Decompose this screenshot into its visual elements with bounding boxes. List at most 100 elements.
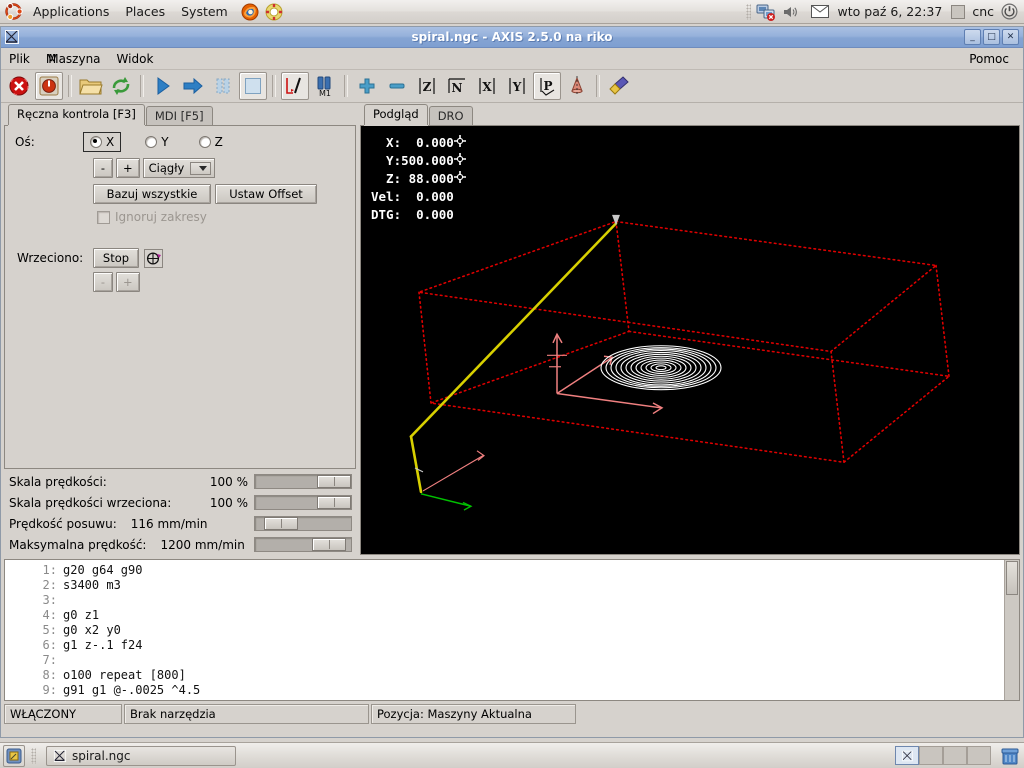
axis-radio-x[interactable]: X [83, 132, 122, 152]
gcode-line[interactable]: 8: o100 repeat [800] [5, 668, 1019, 683]
menu-plik[interactable]: Plik [1, 50, 38, 68]
chevron-down-icon[interactable] [189, 161, 211, 175]
manual-control-panel: Oś: X Y Z - + Ciągły Bazuj wszystkie Ust… [4, 125, 356, 469]
view-n-button[interactable]: N [443, 72, 471, 100]
axis-radio-y[interactable]: Y [139, 133, 174, 151]
slider-row-jog-speed: Prędkość posuwu: 116 mm/min [4, 513, 356, 534]
jog-speed-slider[interactable] [254, 516, 352, 531]
gcode-line[interactable]: 9: g91 g1 @-.0025 ^4.5 [5, 683, 1019, 698]
stop-program-button[interactable] [239, 72, 267, 100]
help-launcher-icon[interactable] [265, 3, 283, 21]
view-p-button[interactable]: P [533, 72, 561, 100]
menu-widok[interactable]: Widok [109, 50, 162, 68]
workspace-4[interactable] [967, 746, 991, 765]
spindle-plus-button[interactable]: + [116, 272, 140, 292]
show-desktop-icon[interactable] [3, 744, 25, 767]
slider-thumb[interactable] [312, 538, 346, 551]
panel-username[interactable]: cnc [968, 4, 998, 19]
estop-toggle-button[interactable] [5, 72, 33, 100]
window-titlebar[interactable]: spiral.ngc - AXIS 2.5.0 na riko _ □ ✕ [1, 27, 1023, 48]
radio-indicator-icon [145, 136, 158, 148]
mail-icon[interactable] [810, 5, 829, 18]
workspace-3[interactable] [943, 746, 967, 765]
backplot-canvas[interactable]: X: 0.000 Y: 500.000 Z: 88.000 Vel: 0.000… [360, 125, 1020, 555]
spindle-stop-button[interactable]: Stop [93, 248, 139, 268]
optional-stop-button[interactable]: M1 [311, 72, 339, 100]
tab-mdi[interactable]: MDI [F5] [145, 106, 213, 126]
cone-icon[interactable] [563, 72, 591, 100]
network-disconnected-icon[interactable] [756, 3, 776, 21]
reload-file-button[interactable] [107, 72, 135, 100]
jog-minus-button[interactable]: - [93, 158, 113, 178]
panel-clock[interactable]: wto paź 6, 22:37 [832, 4, 949, 19]
axis-radio-z[interactable]: Z [193, 133, 229, 151]
gcode-line[interactable]: 3: [5, 593, 1019, 608]
gcode-line-text: g91 g1 @-.0025 ^4.5 [63, 683, 201, 697]
tab-dro[interactable]: DRO [428, 106, 473, 126]
toggle-skip-lines-button[interactable] [281, 72, 309, 100]
panel-menu-system[interactable]: System [174, 2, 235, 21]
spindle-override-slider[interactable] [254, 495, 352, 510]
step-program-button[interactable] [179, 72, 207, 100]
view-x-button[interactable]: X [473, 72, 501, 100]
gcode-scrollbar-thumb[interactable] [1006, 561, 1018, 595]
home-all-button[interactable]: Bazuj wszystkie [93, 184, 211, 204]
gcode-line-text: s3400 m3 [63, 578, 121, 592]
workspace-2[interactable] [919, 746, 943, 765]
spindle-cw-icon[interactable] [144, 248, 163, 268]
set-offset-button[interactable]: Ustaw Offset [215, 184, 317, 204]
panel-menu-applications[interactable]: Applications [26, 2, 116, 21]
gcode-line[interactable]: 6: g1 z-.1 f24 [5, 638, 1019, 653]
dro-key-z: Z: [386, 171, 402, 186]
slider-row-max-velocity: Maksymalna prędkość: 1200 mm/min [4, 534, 356, 555]
run-program-button[interactable] [149, 72, 177, 100]
toolbar-separator [272, 75, 276, 97]
gcode-listing[interactable]: 1: g20 g64 g90 2: s3400 m3 3: 4: g0 z1 5: g0… [4, 559, 1020, 701]
firefox-launcher-icon[interactable] [241, 3, 259, 21]
window-close-button[interactable]: ✕ [1002, 29, 1019, 45]
view-y-button[interactable]: Y [503, 72, 531, 100]
gcode-line[interactable]: 7: [5, 653, 1019, 668]
slider-thumb[interactable] [264, 517, 298, 530]
tab-manual-control[interactable]: Ręczna kontrola [F3] [8, 104, 145, 125]
power-icon[interactable] [1001, 3, 1018, 20]
zoom-out-button[interactable] [383, 72, 411, 100]
machine-power-button[interactable] [35, 72, 63, 100]
open-file-button[interactable] [77, 72, 105, 100]
spindle-minus-button[interactable]: - [93, 272, 113, 292]
feed-override-slider[interactable] [254, 474, 352, 489]
gcode-line[interactable]: 1: g20 g64 g90 [5, 563, 1019, 578]
max-velocity-slider[interactable] [254, 537, 352, 552]
spindle-speed-row: - + [5, 272, 355, 292]
menu-maszyna[interactable]: MMaszyna [38, 50, 109, 68]
window-minimize-button[interactable]: _ [964, 29, 981, 45]
zoom-in-button[interactable] [353, 72, 381, 100]
pause-program-button[interactable] [209, 72, 237, 100]
tool-cone-marker [612, 214, 620, 226]
volume-icon[interactable] [782, 4, 798, 20]
workspace-1[interactable] [895, 746, 919, 765]
window-maximize-button[interactable]: □ [983, 29, 1000, 45]
gcode-line[interactable]: 2: s3400 m3 [5, 578, 1019, 593]
slider-thumb[interactable] [317, 496, 351, 509]
trash-icon[interactable] [1000, 746, 1020, 766]
view-z-button[interactable]: Z [413, 72, 441, 100]
jog-increment-combo[interactable]: Ciągły [142, 158, 215, 178]
tab-preview[interactable]: Podgląd [364, 104, 428, 125]
gcode-scrollbar[interactable] [1004, 560, 1019, 700]
menu-pomoc-label: Pomoc [969, 51, 1009, 66]
clear-backplot-button[interactable] [605, 72, 633, 100]
svg-text:N: N [452, 81, 463, 95]
slider-thumb[interactable] [317, 475, 351, 488]
gcode-line[interactable]: 4: g0 z1 [5, 608, 1019, 623]
taskbar-item-spiral[interactable]: spiral.ngc [46, 745, 236, 766]
spindle-label: Wrzeciono: [17, 251, 84, 265]
menu-pomoc[interactable]: Pomoc [961, 50, 1017, 68]
panel-menu-places[interactable]: Places [118, 2, 172, 21]
jog-plus-button[interactable]: + [116, 158, 140, 178]
ubuntu-logo-icon[interactable] [4, 2, 23, 21]
homed-marker-icon [453, 170, 466, 188]
slider-row-feed-override: Skala prędkości: 100 % [4, 471, 356, 492]
gcode-line[interactable]: 5: g0 x2 y0 [5, 623, 1019, 638]
taskbar-item-label: spiral.ngc [72, 748, 131, 763]
